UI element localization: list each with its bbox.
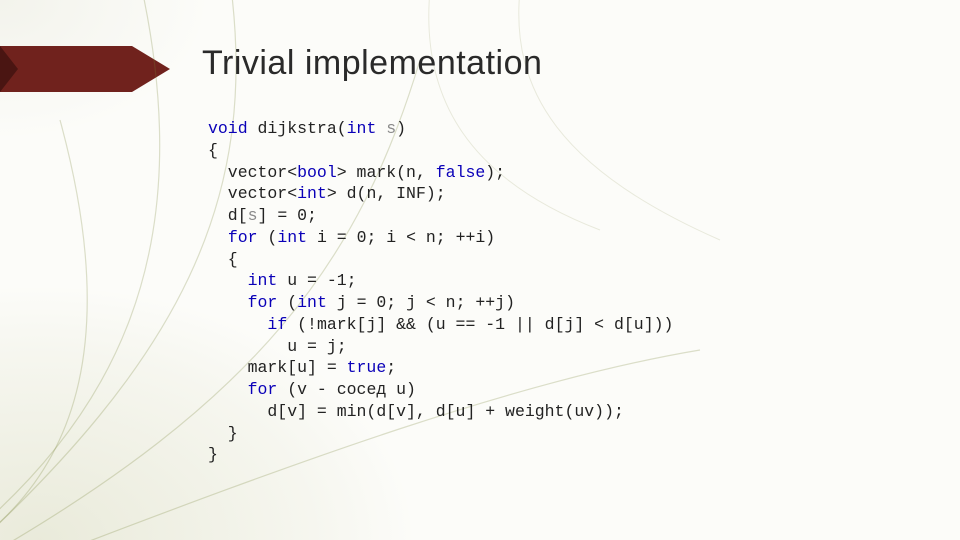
code-text [376, 119, 386, 138]
code-text: { [208, 141, 218, 160]
code-text: i = 0; i < n; ++i) [307, 228, 495, 247]
code-text [208, 380, 248, 399]
code-text: (!mark[j] && (u == -1 || d[j] < d[u])) [287, 315, 673, 334]
kw-int: int [297, 184, 327, 203]
code-text: ) [396, 119, 406, 138]
kw-for: for [248, 380, 278, 399]
code-text: } [208, 445, 218, 464]
code-text: } [208, 424, 238, 443]
kw-void: void [208, 119, 248, 138]
code-text [208, 315, 267, 334]
code-text [208, 293, 248, 312]
param-s: s [248, 206, 258, 225]
code-text: dijkstra( [248, 119, 347, 138]
code-text: d[v] = min(d[v], d[u] + weight(uv)); [208, 402, 624, 421]
code-text [208, 228, 228, 247]
kw-int: int [248, 271, 278, 290]
code-text: > mark(n, [337, 163, 436, 182]
kw-for: for [228, 228, 258, 247]
code-text: vector< [208, 184, 297, 203]
kw-int: int [297, 293, 327, 312]
code-text: mark[u] = [208, 358, 347, 377]
code-text: ); [485, 163, 505, 182]
slide: Trivial implementation void dijkstra(int… [0, 0, 960, 540]
kw-bool: bool [297, 163, 337, 182]
code-text: ( [258, 228, 278, 247]
code-text: j = 0; j < n; ++j) [327, 293, 515, 312]
code-text: > d(n, INF); [327, 184, 446, 203]
code-text: (v - сосед u) [277, 380, 416, 399]
code-text: vector< [208, 163, 297, 182]
code-text: ] = 0; [258, 206, 317, 225]
code-text: { [208, 250, 238, 269]
param-s: s [386, 119, 396, 138]
code-text [208, 271, 248, 290]
kw-int: int [347, 119, 377, 138]
code-text: u = j; [208, 337, 347, 356]
code-block: void dijkstra(int s) { vector<bool> mark… [208, 118, 673, 466]
kw-int: int [277, 228, 307, 247]
kw-true: true [347, 358, 387, 377]
code-text: d[ [208, 206, 248, 225]
kw-if: if [267, 315, 287, 334]
slide-title: Trivial implementation [202, 44, 542, 83]
kw-for: for [248, 293, 278, 312]
arrow-accent [0, 46, 170, 92]
kw-false: false [436, 163, 486, 182]
code-text: u = -1; [277, 271, 356, 290]
code-text: ( [277, 293, 297, 312]
code-text: ; [386, 358, 396, 377]
